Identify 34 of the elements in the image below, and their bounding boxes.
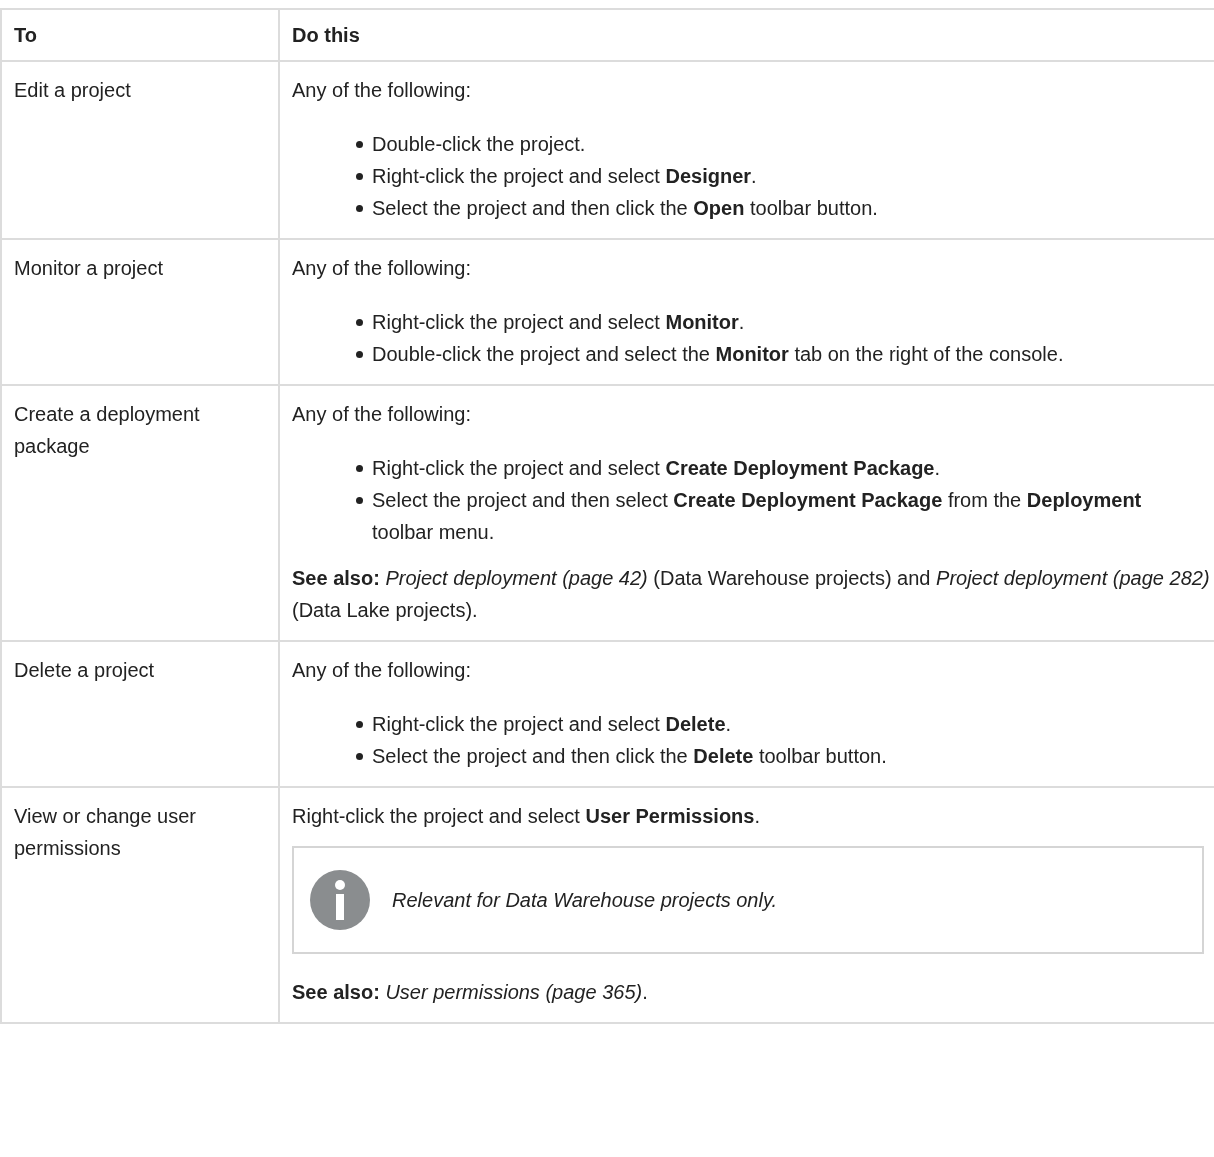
- paragraph: Right-click the project and select User Permissions.: [292, 804, 761, 829]
- list-item: Right-click the project and select Monitor.: [372, 310, 745, 335]
- list-item: Double-click the project and select the Monitor tab on the right of the console.: [372, 342, 1064, 367]
- column-header: To: [1, 9, 279, 61]
- paragraph: See also: User permissions (page 365).: [292, 980, 649, 1005]
- table-cell: View or change user permissions: [1, 787, 279, 1023]
- table-cell: Delete a project: [1, 641, 279, 787]
- table-cell: Monitor a project: [1, 239, 279, 385]
- paragraph: See also: Project deployment (page 42) (Data Warehouse projects) and Project deployment (page 282) (Data Lake projects).: [292, 566, 1211, 623]
- list-item: Select the project and then click the Open toolbar button.: [372, 196, 878, 221]
- paragraph: Any of the following:: [292, 256, 472, 281]
- paragraph: Any of the following:: [292, 78, 472, 103]
- list-item: Double-click the project.: [372, 132, 586, 157]
- bullet-icon: [356, 465, 363, 472]
- note-text: Relevant for Data Warehouse projects only.: [392, 888, 777, 913]
- bullet-icon: [356, 351, 363, 358]
- info-icon: [310, 870, 370, 930]
- paragraph: Any of the following:: [292, 402, 472, 427]
- bullet-icon: [356, 319, 363, 326]
- bullet-icon: [356, 721, 363, 728]
- list-item: Right-click the project and select Create Deployment Package.: [372, 456, 941, 481]
- bullet-icon: [356, 497, 363, 504]
- paragraph: Any of the following:: [292, 658, 472, 683]
- list-item: Select the project and then click the Delete toolbar button.: [372, 744, 887, 769]
- bullet-icon: [356, 753, 363, 760]
- table-cell: Edit a project: [1, 61, 279, 239]
- list-item: Right-click the project and select Delete.: [372, 712, 732, 737]
- table-cell: Create a deployment package: [1, 385, 279, 641]
- bullet-icon: [356, 141, 363, 148]
- column-header: Do this: [279, 9, 1214, 61]
- list-item: Right-click the project and select Designer.: [372, 164, 757, 189]
- bullet-icon: [356, 205, 363, 212]
- list-item: Select the project and then select Create Deployment Package from the Deployment toolbar menu.: [372, 488, 1143, 545]
- bullet-icon: [356, 173, 363, 180]
